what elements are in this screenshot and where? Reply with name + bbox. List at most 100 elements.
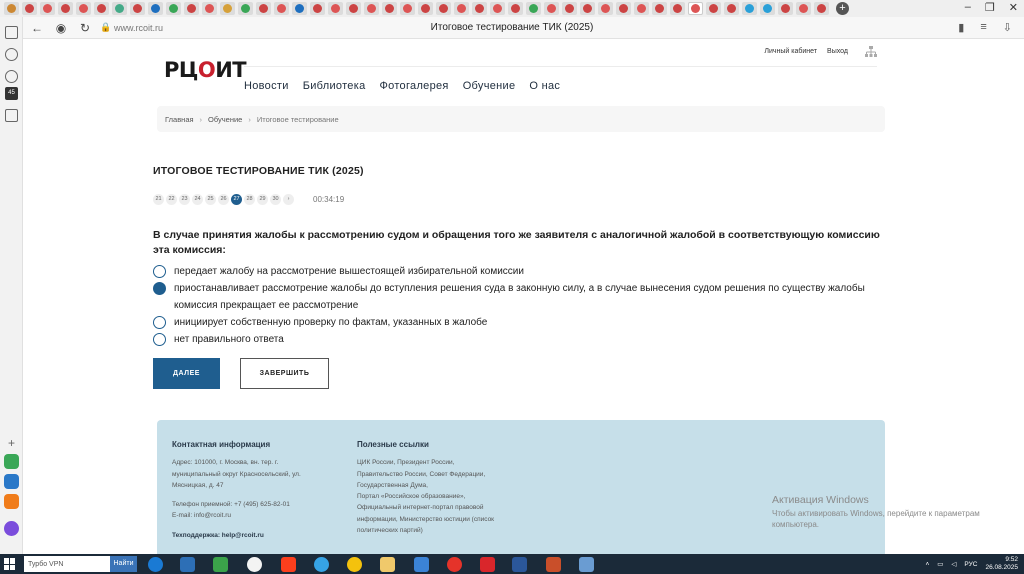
browser-tab[interactable] [544,2,559,15]
answer-option-3[interactable]: инициирует собственную проверку по факта… [153,314,893,331]
control-panel-icon[interactable] [579,557,594,572]
footer-link-line[interactable]: политических партий) [357,525,527,536]
yandex-music-icon[interactable] [347,557,362,572]
radio-button[interactable] [153,333,166,346]
browser-tab[interactable] [814,2,829,15]
new-tab-icon[interactable]: + [836,2,849,15]
question-number[interactable]: 21 [153,194,164,205]
alice-icon[interactable] [4,521,19,536]
question-number-current[interactable]: 27 [231,194,242,205]
browser-tab[interactable] [508,2,523,15]
browser-tab[interactable] [526,2,541,15]
browser-tab[interactable] [760,2,775,15]
nav-gallery[interactable]: Фотогалерея [380,80,449,92]
opera-icon[interactable] [447,557,462,572]
downloads-icon[interactable]: ⇩ [1003,21,1012,34]
answer-option-1[interactable]: передает жалобу на рассмотрение вышестоя… [153,263,893,280]
browser-tab[interactable] [382,2,397,15]
chevron-up-icon[interactable]: ˄ [925,561,929,568]
browser-tab[interactable] [238,2,253,15]
browser-tab[interactable] [742,2,757,15]
history-icon[interactable] [5,48,18,61]
browser-tab[interactable] [724,2,739,15]
browser-tab[interactable] [562,2,577,15]
browser-tab[interactable] [670,2,685,15]
browser-tab[interactable] [274,2,289,15]
question-number[interactable]: 25 [205,194,216,205]
browser-tab[interactable] [400,2,415,15]
screenshot-icon[interactable] [5,109,18,122]
taskbar-search-input[interactable]: Турбо VPN [24,556,111,572]
breadcrumb-learning[interactable]: Обучение [208,115,242,124]
question-number[interactable]: › [283,194,294,205]
browser-tab[interactable] [778,2,793,15]
yandex-browser-icon[interactable] [247,557,262,572]
browser-tab[interactable] [580,2,595,15]
language-indicator[interactable]: РУС [964,561,977,568]
browser-tab[interactable] [58,2,73,15]
vk-icon[interactable] [4,474,19,489]
answer-option-4[interactable]: нет правильного ответа [153,331,893,348]
browser-tab[interactable] [130,2,145,15]
browser-tab[interactable] [688,2,703,15]
back-icon[interactable]: ← [28,21,46,35]
task-view-icon[interactable] [180,557,195,572]
footer-link-line[interactable]: Правительство России, Совет Федерации, [357,469,527,480]
wps-icon[interactable] [480,557,495,572]
browser-tab[interactable] [436,2,451,15]
browser-tab[interactable] [796,2,811,15]
footer-support[interactable]: Техподдержка: help@rcoit.ru [172,530,332,541]
finish-button[interactable]: ЗАВЕРШИТЬ [240,358,329,389]
browser-tab[interactable] [490,2,505,15]
answer-option-2[interactable]: приостанавливает рассмотрение жалобы до … [153,280,893,314]
browser-tab[interactable] [706,2,721,15]
ok-icon[interactable] [4,494,19,509]
radio-button-selected[interactable] [153,282,166,295]
browser-tab[interactable] [328,2,343,15]
store-icon[interactable] [213,557,228,572]
site-logo[interactable]: РЦОИТ [164,58,247,82]
question-number[interactable]: 30 [270,194,281,205]
nav-news[interactable]: Новости [244,80,289,92]
sitemap-icon[interactable] [865,46,877,58]
browser-tab[interactable] [76,2,91,15]
browser-tab[interactable] [346,2,361,15]
nav-library[interactable]: Библиотека [303,80,366,92]
play-icon[interactable] [5,70,18,83]
url-text[interactable]: www.rcoit.ru [114,23,163,33]
browser-tab[interactable] [292,2,307,15]
browser-tab[interactable] [202,2,217,15]
browser-tab[interactable] [112,2,127,15]
bookmark-icon[interactable]: ▮ [958,21,964,34]
volume-icon[interactable]: ◁ [951,560,956,568]
next-button[interactable]: ДАЛЕЕ [153,358,220,389]
browser-tab[interactable] [616,2,631,15]
taskbar-search-button[interactable]: Найти [110,556,137,572]
maps-icon[interactable] [4,454,19,469]
browser-tab[interactable] [22,2,37,15]
menu-icon[interactable]: ≡ [980,21,986,34]
footer-link-line[interactable]: Официальный интернет-портал правовой [357,502,527,513]
network-icon[interactable]: ▭ [937,560,943,568]
counter-icon[interactable]: 45 [5,87,18,100]
footer-link-line[interactable]: Портал «Российское образование», [357,491,527,502]
browser-tab[interactable] [94,2,109,15]
browser-tab[interactable] [4,2,19,15]
radio-button[interactable] [153,316,166,329]
breadcrumb-home[interactable]: Главная [165,115,194,124]
app-icon[interactable] [414,557,429,572]
maximize-icon[interactable]: ❐ [985,1,995,14]
word-icon[interactable] [512,557,527,572]
browser-tab[interactable] [40,2,55,15]
clock[interactable]: 9:52 26.08.2025 [985,556,1018,572]
browser-tab[interactable] [472,2,487,15]
question-number[interactable]: 28 [244,194,255,205]
nav-about[interactable]: О нас [529,80,560,92]
browser-tab[interactable] [652,2,667,15]
browser-tab[interactable] [454,2,469,15]
browser-tab[interactable] [166,2,181,15]
reload-icon[interactable]: ↻ [76,21,94,35]
browser-tab[interactable] [220,2,235,15]
add-icon[interactable]: + [4,436,19,451]
browser-tab[interactable] [364,2,379,15]
